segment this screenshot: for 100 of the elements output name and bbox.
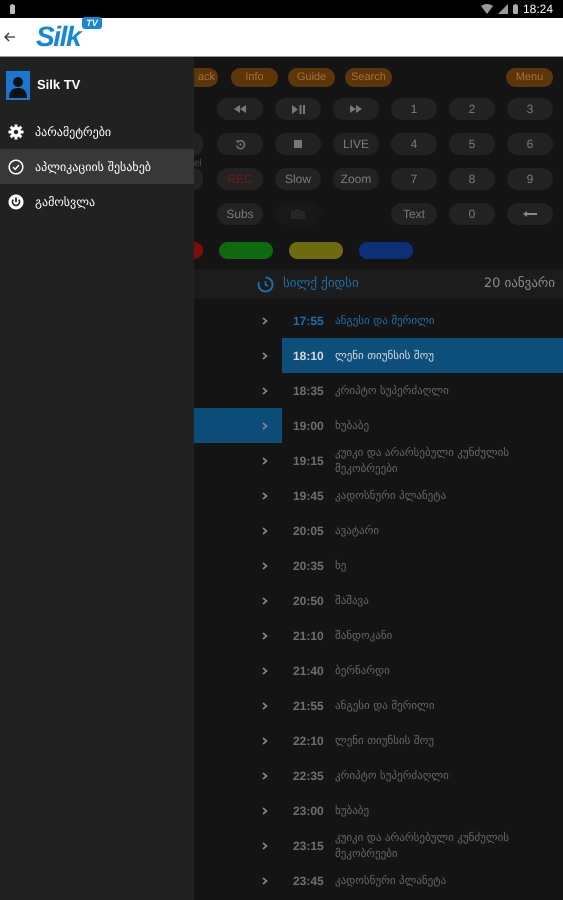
play-pause-icon xyxy=(292,104,304,114)
program-row[interactable]: 19:45 კადოსნური პლანეტა xyxy=(282,478,563,513)
check-circle-icon xyxy=(8,158,24,174)
remote-button[interactable] xyxy=(275,133,321,155)
remote-button[interactable] xyxy=(217,133,263,155)
program-row[interactable]: 18:10 ლენი თიუნსის შოუ xyxy=(282,338,563,373)
remote-button[interactable]: 4 xyxy=(391,133,437,155)
program-row[interactable]: 23:45 კადოსნური პლანეტა xyxy=(282,863,563,898)
chevron-right-icon xyxy=(262,316,268,324)
clock-icon xyxy=(257,276,274,292)
program-time: 23:45 xyxy=(293,872,325,890)
program-time: 20:05 xyxy=(293,522,325,540)
chevron-right-icon xyxy=(262,632,268,640)
color-key[interactable] xyxy=(194,242,203,259)
remote-button[interactable]: Slow xyxy=(275,168,321,190)
remote-button[interactable]: LIVE xyxy=(333,133,379,155)
clock: 18:24 xyxy=(522,1,553,18)
program-title: შანდოკანი xyxy=(335,628,392,644)
program-title: კადოსნური პლანეტა xyxy=(335,872,446,888)
program-title: ლენი თიუნსის შოუ xyxy=(335,348,434,364)
wifi-icon xyxy=(480,4,493,14)
program-row[interactable]: 22:35 კრიპტო სუპერძაღლი xyxy=(282,758,563,793)
remote-button[interactable]: Guide xyxy=(288,68,335,86)
avatar-icon xyxy=(6,70,30,100)
remote-button[interactable] xyxy=(333,98,379,120)
chevron-right-icon xyxy=(262,736,268,744)
remote-button[interactable]: Subs xyxy=(217,203,263,225)
color-key[interactable] xyxy=(219,242,273,259)
program-row[interactable]: 21:40 ბერნარდი xyxy=(282,653,563,688)
remote-button[interactable]: 0 xyxy=(449,203,495,225)
program-row[interactable]: 19:15 კუიკი და არარსებული კუნძულის მეკობრეები xyxy=(282,443,563,478)
remote-button[interactable]: ack xyxy=(194,68,218,86)
remote-button[interactable]: 7 xyxy=(391,168,437,190)
fast-forward-icon xyxy=(350,105,362,113)
chevron-right-icon xyxy=(262,702,268,710)
program-row[interactable]: 23:15 კუიკი და არარსებული კუნძულის მეკობრეები xyxy=(282,828,563,863)
program-title: ანგესი და მერილი xyxy=(335,312,435,328)
program-time: 22:35 xyxy=(293,768,325,784)
program-row[interactable]: 17:55 ანგესი და მერილი xyxy=(282,303,563,338)
schedule-date: 20 იანვარი xyxy=(484,275,555,294)
remote-button[interactable]: 9 xyxy=(507,168,553,190)
color-key[interactable] xyxy=(289,242,343,259)
program-time: 18:10 xyxy=(293,348,325,364)
remote-button[interactable]: Search xyxy=(345,68,392,86)
replay-icon xyxy=(234,138,246,150)
settings-icon xyxy=(8,124,24,140)
remote-button[interactable]: 8 xyxy=(449,168,495,190)
program-time: 21:10 xyxy=(293,628,325,644)
remote-button[interactable]: Zoom xyxy=(333,168,379,190)
logo-badge: TV xyxy=(82,17,102,29)
remote-button[interactable]: 3 xyxy=(507,98,553,120)
remote-button[interactable]: Text xyxy=(391,203,437,225)
program-title: შაშავა xyxy=(335,592,369,608)
chevron-right-icon xyxy=(262,596,268,604)
chevron-right-icon xyxy=(262,666,268,674)
drawer-item[interactable]: გამოსვლა xyxy=(0,184,194,219)
drawer-item[interactable]: აპლიკაციის შესახებ xyxy=(0,149,194,184)
remote-button[interactable]: 6 xyxy=(507,133,553,155)
program-title: ლენი თიუნსის შოუ xyxy=(335,732,434,748)
program-row[interactable]: 18:35 კრიპტო სუპერძაღლი xyxy=(282,373,563,408)
color-key[interactable] xyxy=(359,242,413,259)
chevron-right-icon xyxy=(262,876,268,884)
remote-button[interactable]: 2 xyxy=(449,98,495,120)
chevron-right-icon xyxy=(262,526,268,534)
remote-button[interactable] xyxy=(507,203,553,225)
program-row[interactable]: 21:55 ანგესი და მერილი xyxy=(282,688,563,723)
program-time: 19:45 xyxy=(293,488,325,504)
remote-button[interactable] xyxy=(217,98,263,120)
back-arrow-icon[interactable] xyxy=(4,32,16,42)
drawer-item[interactable]: პარამეტრები xyxy=(0,114,194,149)
program-time: 19:00 xyxy=(293,418,325,434)
program-row[interactable]: 22:10 ლენი თიუნსის შოუ xyxy=(282,723,563,758)
backspace-icon xyxy=(523,211,537,217)
battery-icon xyxy=(512,4,518,14)
program-title: კრიპტო სუპერძაღლი xyxy=(335,768,449,784)
remote-button[interactable]: Menu xyxy=(506,68,553,86)
program-time: 22:10 xyxy=(293,732,325,750)
chevron-right-icon xyxy=(262,422,268,430)
program-title: ხე xyxy=(335,558,346,574)
program-row[interactable]: 21:10 შანდოკანი xyxy=(282,618,563,653)
program-row[interactable]: 20:05 ავატარი xyxy=(282,513,563,548)
program-row[interactable]: 20:50 შაშავა xyxy=(282,583,563,618)
chevron-right-icon xyxy=(262,492,268,500)
program-row[interactable]: 20:35 ხე xyxy=(282,548,563,583)
chevron-right-icon xyxy=(262,806,268,814)
program-title: ავატარი xyxy=(335,522,380,538)
program-row[interactable]: 23:00 ხუბაბე xyxy=(282,793,563,828)
program-title: კრიპტო სუპერძაღლი xyxy=(335,382,449,398)
program-row[interactable]: 19:00 ხუბაბე xyxy=(282,408,563,443)
remote-button[interactable] xyxy=(275,98,321,120)
power-icon xyxy=(8,194,24,210)
chevron-right-icon xyxy=(262,772,268,780)
remote-button[interactable]: Info xyxy=(231,68,278,86)
chevron-right-icon xyxy=(262,562,268,570)
program-time: 18:35 xyxy=(293,382,325,400)
remote-button[interactable]: 1 xyxy=(391,98,437,120)
channel-cell[interactable] xyxy=(194,408,282,443)
signal-icon xyxy=(498,4,508,14)
program-title: ანგესი და მერილი xyxy=(335,698,435,714)
remote-button[interactable]: 5 xyxy=(449,133,495,155)
